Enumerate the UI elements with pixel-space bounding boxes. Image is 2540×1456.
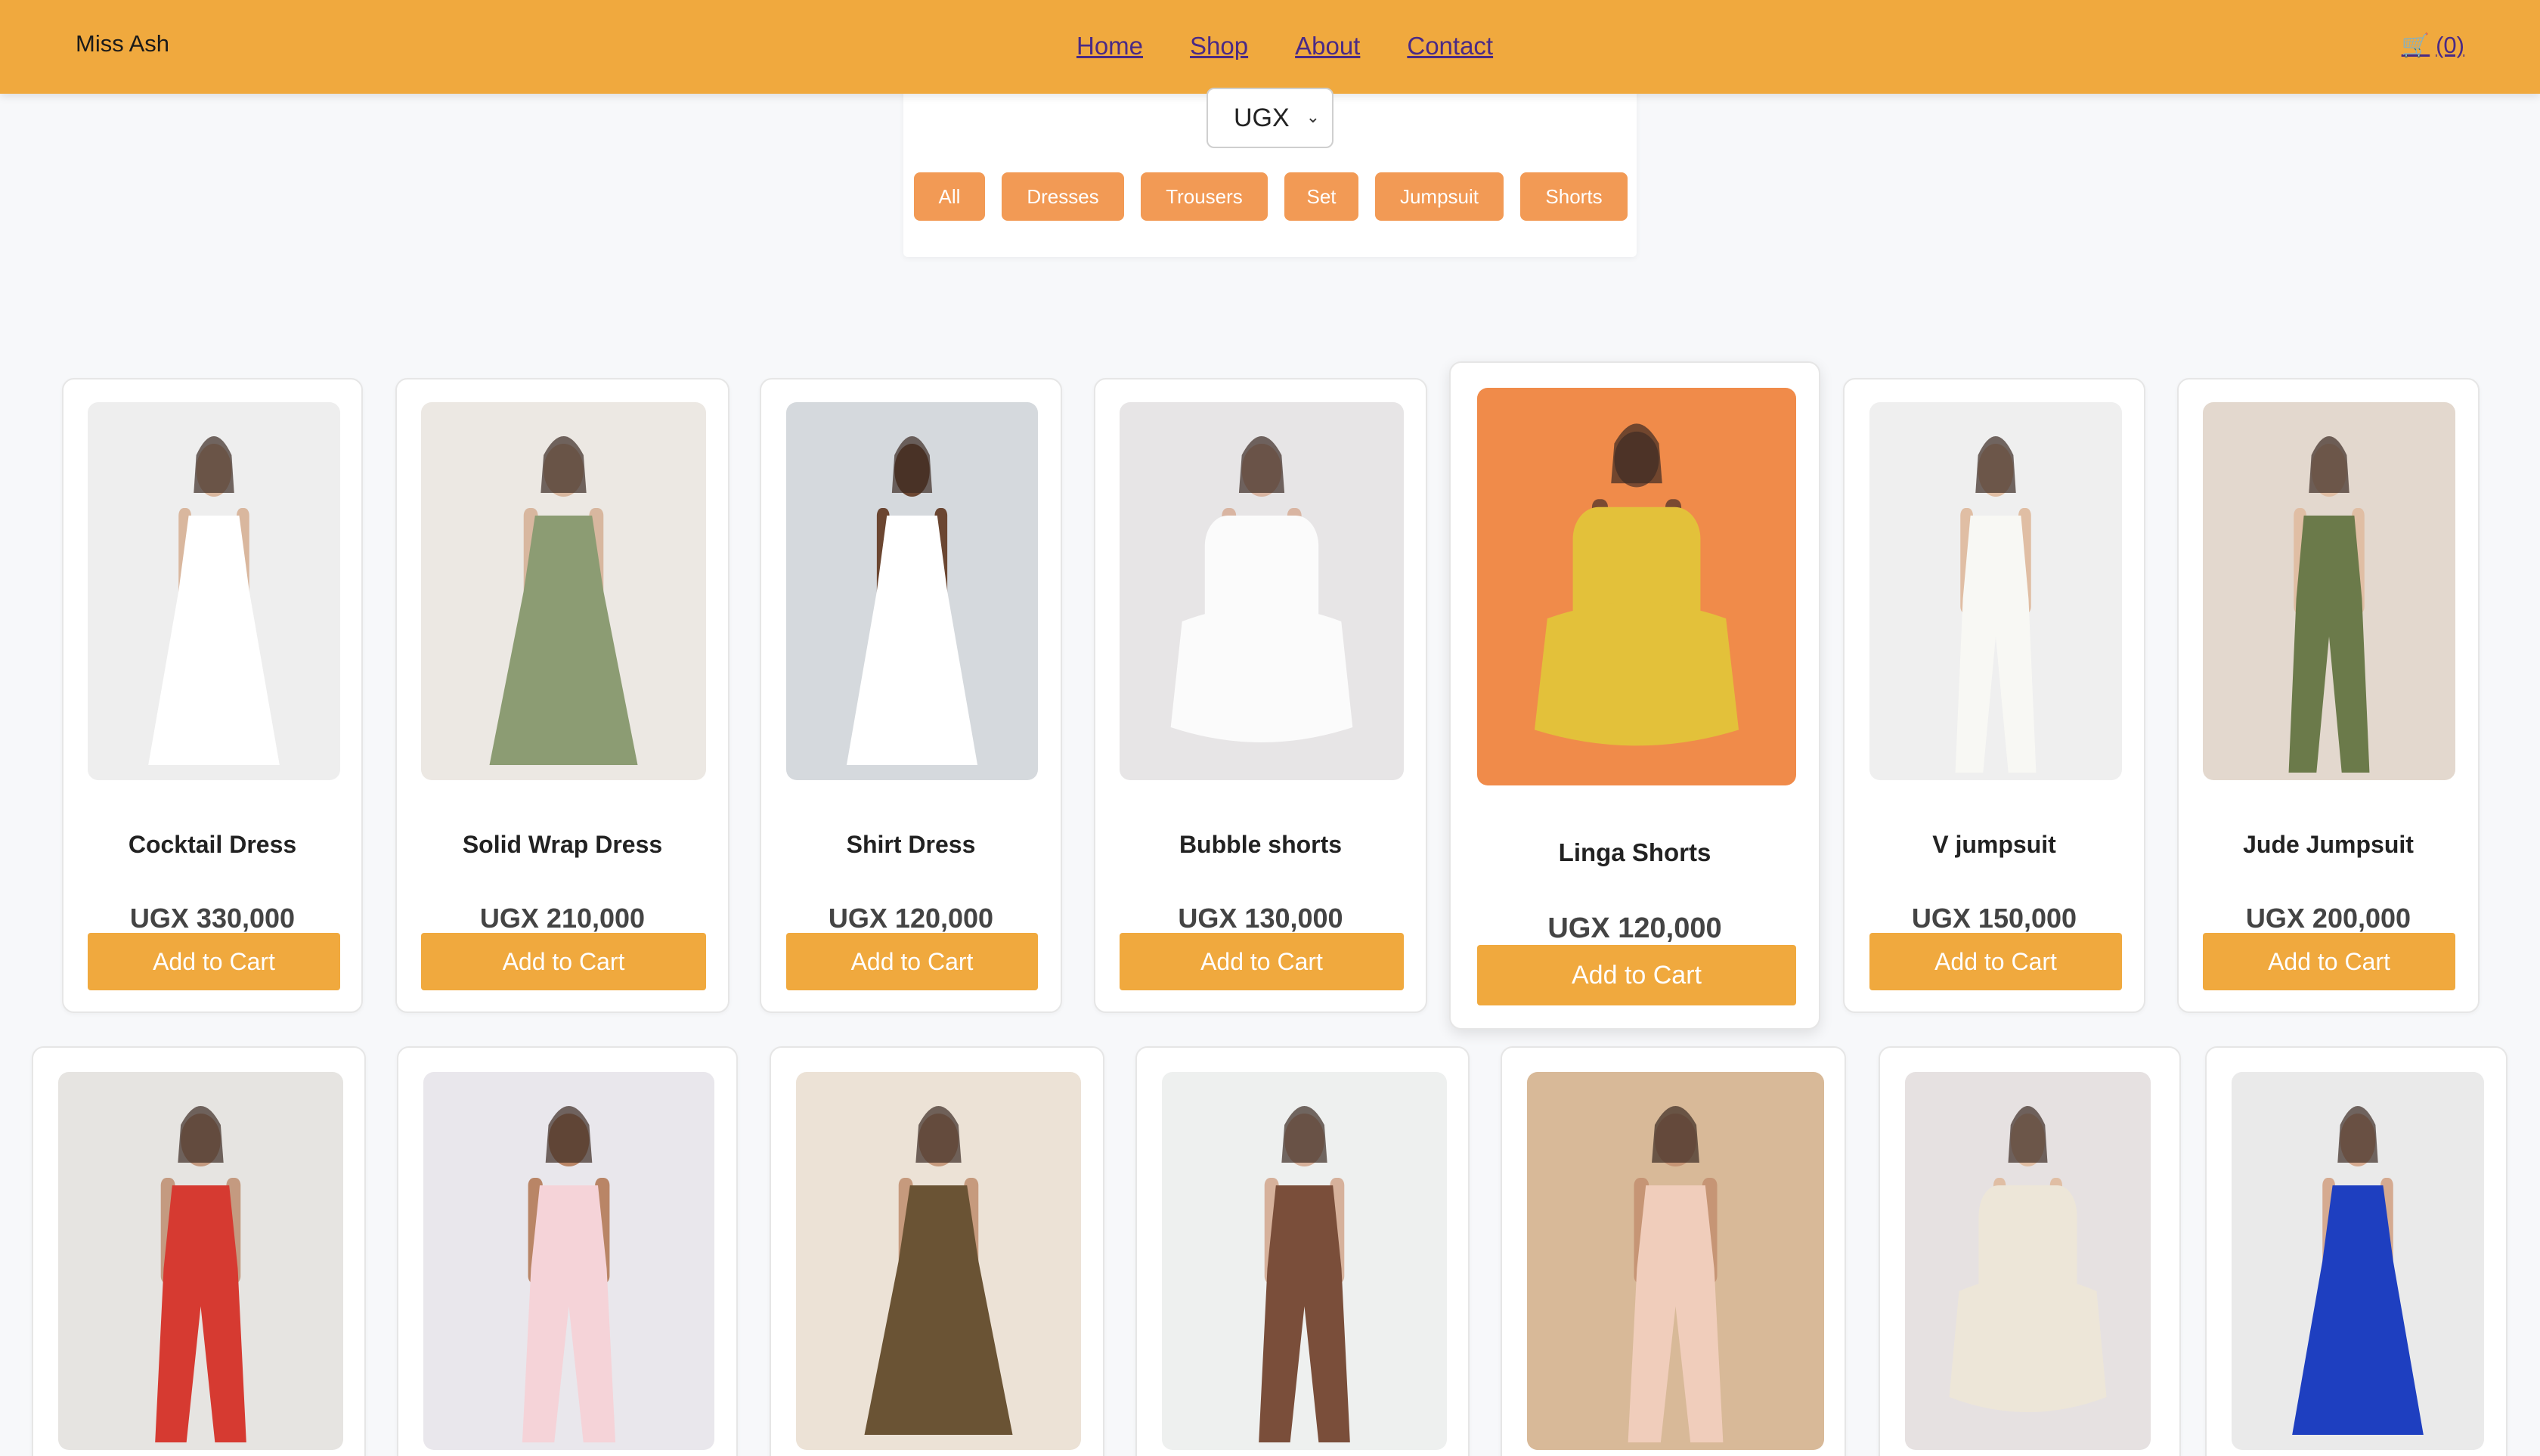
product-name: Linga Shorts — [1558, 838, 1711, 866]
product-name: Jude Jumpsuit — [2243, 831, 2414, 858]
product-name: V jumpsuit — [1932, 831, 2056, 858]
cart-count: (0) — [2436, 32, 2464, 58]
brand-logo[interactable]: Miss Ash — [76, 30, 169, 57]
product-price: UGX 130,000 — [1178, 903, 1343, 934]
cart-link[interactable]: 🛒 (0) — [2402, 32, 2464, 59]
product-card — [1879, 1046, 2181, 1456]
product-card: Solid Wrap Dress UGX 210,000 Add to Cart — [395, 378, 729, 1013]
filter-dresses-button[interactable]: Dresses — [1002, 172, 1124, 221]
category-filters: All Dresses Trousers Set Jumpsuit Shorts — [914, 172, 1628, 221]
product-image[interactable] — [421, 402, 706, 780]
product-price: UGX 120,000 — [828, 903, 994, 934]
product-card — [2205, 1046, 2507, 1456]
add-to-cart-button[interactable]: Add to Cart — [1869, 933, 2122, 990]
product-image[interactable] — [423, 1072, 714, 1450]
add-to-cart-button[interactable]: Add to Cart — [1477, 945, 1796, 1005]
filter-trousers-button[interactable]: Trousers — [1141, 172, 1268, 221]
product-image[interactable] — [1527, 1072, 1824, 1450]
top-navbar: Miss Ash Home Shop About Contact 🛒 (0) — [0, 0, 2540, 94]
product-image[interactable] — [796, 1072, 1081, 1450]
product-card: Bubble shorts UGX 130,000 Add to Cart — [1094, 378, 1427, 1013]
product-image[interactable] — [2232, 1072, 2484, 1450]
add-to-cart-button[interactable]: Add to Cart — [421, 933, 706, 990]
product-card — [32, 1046, 366, 1456]
product-card — [1501, 1046, 1846, 1456]
product-image[interactable] — [2203, 402, 2455, 780]
filter-shorts-button[interactable]: Shorts — [1520, 172, 1628, 221]
product-image[interactable] — [1162, 1072, 1447, 1450]
product-name: Cocktail Dress — [128, 831, 297, 858]
filter-jumpsuit-button[interactable]: Jumpsuit — [1375, 172, 1504, 221]
product-card: Shirt Dress UGX 120,000 Add to Cart — [760, 378, 1062, 1013]
product-card — [1135, 1046, 1470, 1456]
add-to-cart-button[interactable]: Add to Cart — [2203, 933, 2455, 990]
currency-value: UGX — [1234, 103, 1290, 132]
product-price: UGX 200,000 — [2245, 903, 2411, 934]
product-image[interactable] — [1869, 402, 2122, 780]
product-card: V jumpsuit UGX 150,000 Add to Cart — [1843, 378, 2145, 1013]
product-name: Solid Wrap Dress — [462, 831, 663, 858]
product-image[interactable] — [88, 402, 340, 780]
product-card — [397, 1046, 738, 1456]
product-image[interactable] — [58, 1072, 343, 1450]
cart-icon: 🛒 — [2401, 33, 2430, 58]
add-to-cart-button[interactable]: Add to Cart — [1120, 933, 1404, 990]
nav-link-shop[interactable]: Shop — [1190, 32, 1248, 60]
add-to-cart-button[interactable]: Add to Cart — [786, 933, 1038, 990]
product-card: Jude Jumpsuit UGX 200,000 Add to Cart — [2177, 378, 2480, 1013]
product-price: UGX 210,000 — [479, 903, 646, 934]
product-image[interactable] — [1905, 1072, 2151, 1450]
filter-all-button[interactable]: All — [914, 172, 985, 221]
product-price: UGX 150,000 — [1911, 903, 2077, 934]
product-card: Linga Shorts UGX 120,000 Add to Cart — [1449, 361, 1820, 1030]
product-image[interactable] — [1120, 402, 1404, 780]
main-nav: Home Shop About Contact — [1076, 32, 1493, 60]
product-name: Shirt Dress — [846, 831, 976, 858]
product-image[interactable] — [1477, 388, 1796, 785]
product-name: Bubble shorts — [1179, 831, 1343, 858]
currency-select[interactable]: UGX ⌄ — [1206, 88, 1334, 148]
filter-set-button[interactable]: Set — [1284, 172, 1358, 221]
nav-link-contact[interactable]: Contact — [1407, 32, 1493, 60]
product-card — [770, 1046, 1104, 1456]
product-price: UGX 330,000 — [129, 903, 296, 934]
product-image[interactable] — [786, 402, 1038, 780]
add-to-cart-button[interactable]: Add to Cart — [88, 933, 340, 990]
nav-link-home[interactable]: Home — [1076, 32, 1143, 60]
nav-link-about[interactable]: About — [1295, 32, 1360, 60]
chevron-down-icon: ⌄ — [1306, 107, 1320, 126]
product-card: Cocktail Dress UGX 330,000 Add to Cart — [62, 378, 363, 1013]
product-price: UGX 120,000 — [1547, 912, 1722, 944]
